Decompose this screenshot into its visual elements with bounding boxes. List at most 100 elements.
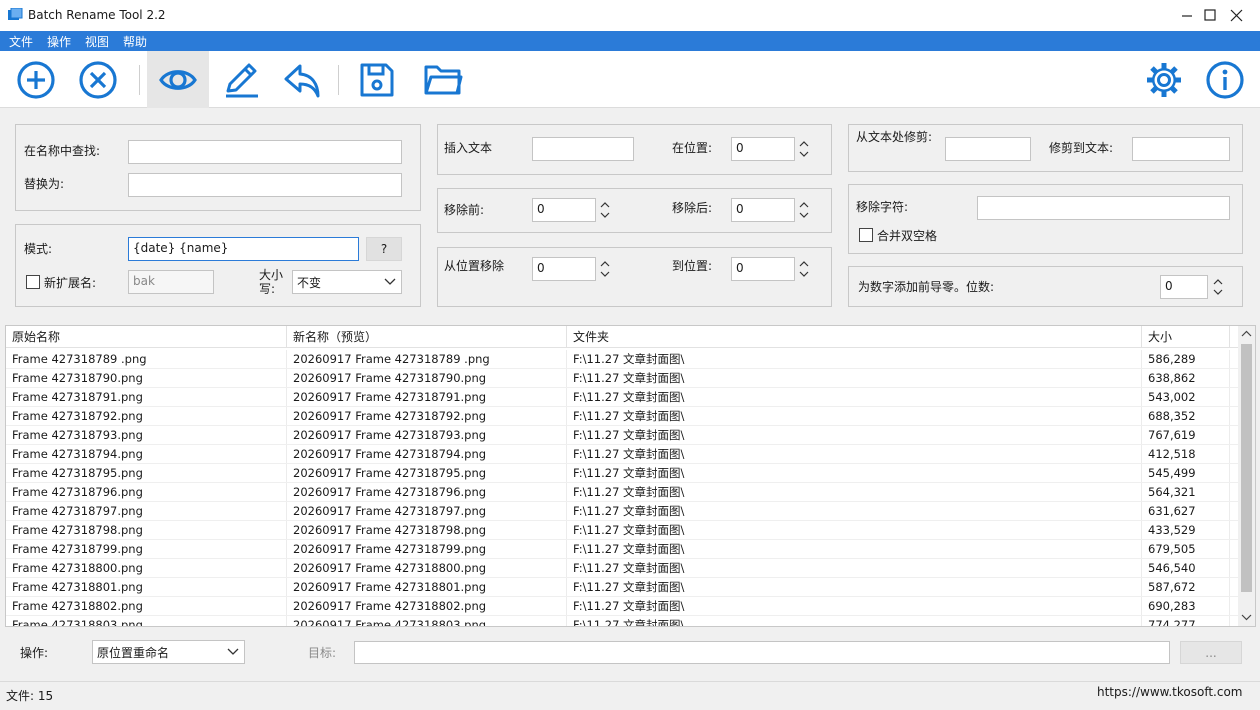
table-row[interactable]: Frame 427318789 .png 20260917 Frame 42731… xyxy=(6,350,1238,369)
cell-new-name: 20260917 Frame 427318792.png xyxy=(287,407,567,426)
website-link[interactable]: https://www.tkosoft.com xyxy=(1097,685,1243,699)
cell-folder: F:\11.27 文章封面图\ xyxy=(567,559,1142,578)
cell-size: 774,277 xyxy=(1142,616,1230,626)
folder-icon xyxy=(424,65,463,95)
new-extension-input[interactable]: bak xyxy=(128,270,214,294)
cell-size: 679,505 xyxy=(1142,540,1230,559)
vertical-scrollbar[interactable] xyxy=(1238,326,1255,626)
remove-from-input[interactable]: 0 xyxy=(532,257,596,281)
remove-after-spinner[interactable] xyxy=(798,198,810,222)
trim-from-label: 从文本处修剪: xyxy=(856,130,933,144)
trim-to-input[interactable] xyxy=(1132,137,1230,161)
toolbar xyxy=(0,51,1260,108)
open-folder-button[interactable] xyxy=(412,51,474,108)
pattern-input[interactable]: {date} {name} xyxy=(128,237,359,261)
cell-size: 412,518 xyxy=(1142,445,1230,464)
chevron-down-icon xyxy=(227,648,239,655)
scrollbar-thumb[interactable] xyxy=(1241,344,1252,592)
cell-original-name: Frame 427318800.png xyxy=(6,559,287,578)
leading-zeros-input[interactable]: 0 xyxy=(1160,275,1208,299)
remove-to-spinner[interactable] xyxy=(798,257,810,281)
remove-before-input[interactable]: 0 xyxy=(532,198,596,222)
scroll-down-icon xyxy=(1241,614,1252,621)
table-row[interactable]: Frame 427318800.png 20260917 Frame 427318… xyxy=(6,559,1238,578)
remove-files-button[interactable] xyxy=(67,51,129,108)
cell-new-name: 20260917 Frame 427318797.png xyxy=(287,502,567,521)
cell-folder: F:\11.27 文章封面图\ xyxy=(567,445,1142,464)
menu-view[interactable]: 视图 xyxy=(85,33,109,50)
remove-after-label: 移除后: xyxy=(672,201,713,215)
operation-bar: 操作: 原位置重命名 目标: ... xyxy=(0,628,1260,680)
undo-button[interactable] xyxy=(271,51,333,108)
cell-new-name: 20260917 Frame 427318789 .png xyxy=(287,350,567,369)
new-extension-label: 新扩展名: xyxy=(44,276,97,290)
table-row[interactable]: Frame 427318793.png 20260917 Frame 427318… xyxy=(6,426,1238,445)
table-row[interactable]: Frame 427318797.png 20260917 Frame 427318… xyxy=(6,502,1238,521)
save-button[interactable] xyxy=(346,51,408,108)
about-button[interactable] xyxy=(1194,51,1256,108)
save-icon xyxy=(360,63,394,97)
cell-folder: F:\11.27 文章封面图\ xyxy=(567,502,1142,521)
cell-folder: F:\11.27 文章封面图\ xyxy=(567,350,1142,369)
replace-input[interactable] xyxy=(128,173,402,197)
chevron-down-icon xyxy=(384,278,396,285)
cell-new-name: 20260917 Frame 427318798.png xyxy=(287,521,567,540)
title-bar: Batch Rename Tool 2.2 xyxy=(0,0,1260,31)
remove-before-spinner[interactable] xyxy=(599,198,611,222)
table-row[interactable]: Frame 427318803.png 20260917 Frame 427318… xyxy=(6,616,1238,626)
table-row[interactable]: Frame 427318801.png 20260917 Frame 427318… xyxy=(6,578,1238,597)
trim-to-label: 修剪到文本: xyxy=(1049,141,1114,155)
settings-button[interactable] xyxy=(1133,51,1195,108)
browse-button[interactable]: ... xyxy=(1180,641,1242,664)
column-folder[interactable]: 文件夹 xyxy=(567,326,1142,348)
table-row[interactable]: Frame 427318795.png 20260917 Frame 427318… xyxy=(6,464,1238,483)
table-row[interactable]: Frame 427318790.png 20260917 Frame 427318… xyxy=(6,369,1238,388)
table-row[interactable]: Frame 427318798.png 20260917 Frame 427318… xyxy=(6,521,1238,540)
case-select[interactable]: 不变 xyxy=(292,270,402,294)
insert-input[interactable] xyxy=(532,137,634,161)
new-extension-checkbox[interactable] xyxy=(26,275,40,289)
collapse-spaces-checkbox[interactable] xyxy=(859,228,873,242)
operation-label: 操作: xyxy=(20,646,49,660)
column-size[interactable]: 大小 xyxy=(1142,326,1230,348)
leading-zeros-spinner[interactable] xyxy=(1212,275,1224,299)
operation-select-value: 原位置重命名 xyxy=(97,646,170,660)
cell-folder: F:\11.27 文章封面图\ xyxy=(567,483,1142,502)
insert-position-input[interactable]: 0 xyxy=(731,137,795,161)
table-row[interactable]: Frame 427318799.png 20260917 Frame 427318… xyxy=(6,540,1238,559)
remove-to-input[interactable]: 0 xyxy=(731,257,795,281)
table-row[interactable]: Frame 427318794.png 20260917 Frame 427318… xyxy=(6,445,1238,464)
leading-zeros-panel: 为数字添加前导零。位数: 0 xyxy=(848,266,1243,307)
menu-file[interactable]: 文件 xyxy=(9,33,33,50)
table-row[interactable]: Frame 427318792.png 20260917 Frame 427318… xyxy=(6,407,1238,426)
operation-select[interactable]: 原位置重命名 xyxy=(92,640,245,664)
menu-help[interactable]: 帮助 xyxy=(123,33,147,50)
cell-original-name: Frame 427318801.png xyxy=(6,578,287,597)
remove-from-spinner[interactable] xyxy=(599,257,611,281)
column-new-name[interactable]: 新名称（预览） xyxy=(287,326,567,348)
add-files-button[interactable] xyxy=(5,51,67,108)
remove-after-input[interactable]: 0 xyxy=(731,198,795,222)
column-original-name[interactable]: 原始名称 xyxy=(6,326,287,348)
cell-original-name: Frame 427318797.png xyxy=(6,502,287,521)
remove-chars-input[interactable] xyxy=(977,196,1230,220)
preview-button[interactable] xyxy=(147,51,209,108)
remove-chars-label: 移除字符: xyxy=(856,200,909,214)
cell-original-name: Frame 427318789 .png xyxy=(6,350,287,369)
find-input[interactable] xyxy=(128,140,402,164)
table-row[interactable]: Frame 427318802.png 20260917 Frame 427318… xyxy=(6,597,1238,616)
table-row[interactable]: Frame 427318796.png 20260917 Frame 427318… xyxy=(6,483,1238,502)
file-list[interactable]: 原始名称 新名称（预览） 文件夹 大小 Frame 427318789 .png… xyxy=(5,325,1256,627)
pattern-label: 模式: xyxy=(24,242,53,256)
insert-position-spinner[interactable] xyxy=(798,137,810,161)
close-button[interactable] xyxy=(1214,0,1260,31)
menu-operation[interactable]: 操作 xyxy=(47,33,71,50)
target-input[interactable] xyxy=(354,641,1170,664)
pattern-help-button[interactable]: ? xyxy=(366,237,402,261)
rename-button[interactable] xyxy=(209,51,271,108)
table-row[interactable]: Frame 427318791.png 20260917 Frame 427318… xyxy=(6,388,1238,407)
cell-folder: F:\11.27 文章封面图\ xyxy=(567,369,1142,388)
cell-folder: F:\11.27 文章封面图\ xyxy=(567,616,1142,626)
app-icon xyxy=(8,8,23,20)
trim-from-input[interactable] xyxy=(945,137,1031,161)
